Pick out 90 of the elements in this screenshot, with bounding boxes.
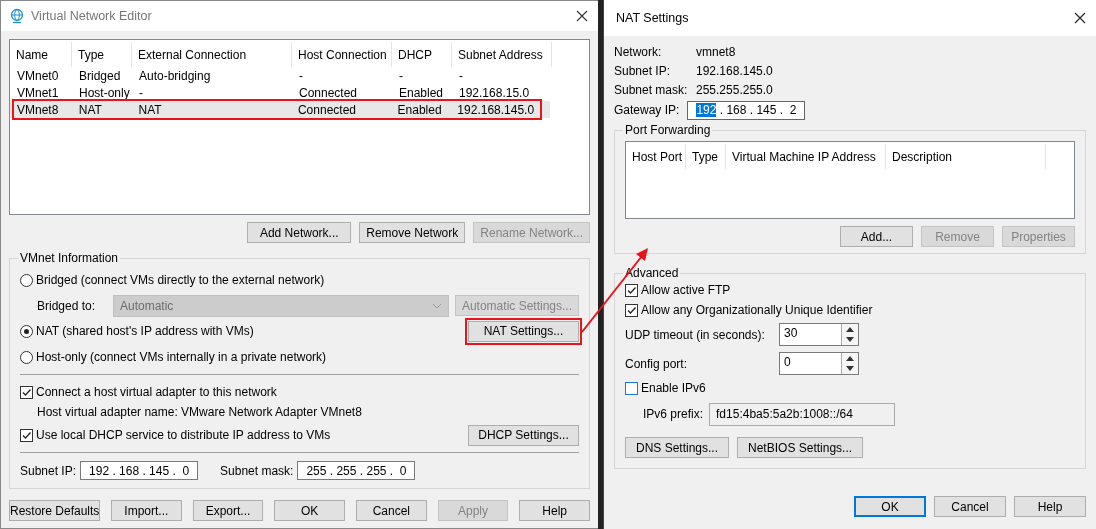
checkbox-option[interactable]: Connect a host virtual adapter to this network xyxy=(20,379,579,405)
field-value: 192.168.145.0 xyxy=(696,63,773,78)
check-icon xyxy=(626,304,637,316)
check-icon xyxy=(21,386,32,398)
radio-option[interactable]: Host-only (connect VMs internally in a private network) xyxy=(20,344,579,370)
table-cell-text: Connected xyxy=(296,102,357,117)
table-cell-text: - xyxy=(138,85,144,100)
dialog-button[interactable]: Cancel xyxy=(934,496,1006,517)
column-header[interactable]: Type xyxy=(72,42,132,67)
table-cell-text: VMnet1 xyxy=(16,85,60,100)
group-title: VMnet Information xyxy=(19,251,120,265)
dialog-button[interactable]: Help xyxy=(1014,496,1086,517)
table-cell-text: Connected xyxy=(298,85,359,100)
spin-down-icon[interactable] xyxy=(846,366,854,372)
field-label: Bridged to: xyxy=(37,298,97,313)
checkbox-option[interactable]: Use local DHCP service to distribute IP address to VMs xyxy=(20,422,331,448)
field-label: Config port: xyxy=(625,356,689,371)
field-label: Gateway IP: xyxy=(614,103,680,117)
table-row[interactable]: VMnet8 NAT NAT Connected Enabled 192.168.145.0 xyxy=(10,101,550,118)
adapter-name-text: Host virtual adapter name: VMware Network Adapter VMnet8 xyxy=(36,405,363,421)
close-icon[interactable] xyxy=(1072,10,1088,26)
table-cell-text: - xyxy=(398,68,404,83)
table-cell-text: NAT xyxy=(137,102,163,117)
checkbox-option[interactable]: Allow any Organizationally Unique Identifier xyxy=(625,300,1075,320)
column-header[interactable]: Host Connection xyxy=(292,42,392,67)
check-icon xyxy=(21,429,32,441)
column-header[interactable]: Type xyxy=(686,144,726,169)
nat-settings-button[interactable]: NAT Settings... xyxy=(468,320,579,342)
table-cell-text: - xyxy=(298,68,304,83)
dialog-button[interactable]: OK xyxy=(274,500,345,521)
window-title: NAT Settings xyxy=(616,11,690,25)
table-cell-text: Enabled xyxy=(398,85,445,100)
dialog-button[interactable]: Restore Defaults xyxy=(9,500,100,521)
field-value: 255.255.255.0 xyxy=(696,82,773,97)
radio-option[interactable]: NAT (shared host's IP address with VMs) xyxy=(20,318,254,344)
dialog-button[interactable]: Cancel xyxy=(356,500,427,521)
table-cell-text: - xyxy=(458,68,464,83)
field-label: Subnet IP: xyxy=(614,63,672,78)
window-title: Virtual Network Editor xyxy=(31,9,153,23)
spin-up-icon[interactable] xyxy=(846,355,854,361)
field-label: Network: xyxy=(614,44,663,59)
dialog-button[interactable]: Import... xyxy=(111,500,182,521)
column-header[interactable]: External Connection xyxy=(132,42,292,67)
spin-down-icon[interactable] xyxy=(846,337,854,343)
field-label: IPv6 prefix: xyxy=(643,407,704,421)
number-field[interactable]: 0 xyxy=(779,352,859,375)
table-cell-text: VMnet0 xyxy=(16,68,60,83)
list-button[interactable]: Add Network... xyxy=(247,222,352,243)
settings-button[interactable]: NetBIOS Settings... xyxy=(737,437,864,458)
dhcp-settings-button[interactable]: DHCP Settings... xyxy=(468,424,579,446)
table-cell-text: NAT xyxy=(77,102,103,117)
ip-field[interactable]: 255 . 255 . 255 . 0 xyxy=(297,461,416,480)
dialog-button[interactable]: Export... xyxy=(192,500,264,521)
ip-field[interactable]: 192 . 168 . 145 . 0 xyxy=(80,461,199,480)
table-cell-text: Host-only xyxy=(78,85,131,100)
column-header[interactable]: Subnet Address xyxy=(452,42,552,67)
check-icon xyxy=(626,284,637,296)
spin-up-icon[interactable] xyxy=(846,326,854,332)
column-header[interactable]: Name xyxy=(10,42,72,67)
table-row[interactable]: VMnet1 Host-only - Connected Enabled 192.168.15.0 xyxy=(10,84,589,101)
table-cell-text: 192.168.145.0 xyxy=(456,102,536,117)
table-cell-text: VMnet8 xyxy=(16,102,60,117)
checkbox-option[interactable]: Allow active FTP xyxy=(625,280,1075,300)
dialog-button[interactable]: Help xyxy=(519,500,591,521)
table-cell-text: Auto-bridging xyxy=(138,68,212,83)
field-label: Subnet mask: xyxy=(220,463,294,478)
field-label: Subnet IP: xyxy=(20,463,77,478)
globe-icon xyxy=(9,8,25,24)
radio-option[interactable]: Bridged (connect VMs directly to the external network) xyxy=(20,267,579,293)
port-button[interactable]: Add... xyxy=(840,226,913,247)
field-value: vmnet8 xyxy=(696,44,736,59)
group-title: Port Forwarding xyxy=(624,123,712,137)
column-header[interactable]: Host Port xyxy=(626,144,686,169)
ip-field[interactable]: 192 . 168 . 145 . 2 xyxy=(687,100,806,120)
number-field[interactable]: 30 xyxy=(779,323,859,346)
table-cell-text: 192.168.15.0 xyxy=(458,85,531,100)
table-cell-text: Enabled xyxy=(396,102,443,117)
table-cell-text: Bridged xyxy=(78,68,122,83)
column-header[interactable]: Virtual Machine IP Address xyxy=(726,144,886,169)
table-row[interactable]: VMnet0 Bridged Auto-bridging - - - xyxy=(10,67,589,84)
list-button[interactable]: Remove Network xyxy=(359,222,466,243)
dialog-button[interactable]: OK xyxy=(854,496,926,517)
close-icon[interactable] xyxy=(574,8,590,24)
column-header[interactable]: Description xyxy=(886,144,1046,169)
caret-icon xyxy=(431,302,442,309)
checkbox-option[interactable]: Enable IPv6 xyxy=(625,378,1075,398)
field-label: UDP timeout (in seconds): xyxy=(625,327,766,342)
column-header[interactable]: DHCP xyxy=(392,42,452,67)
settings-button[interactable]: DNS Settings... xyxy=(625,437,730,458)
field-label: Subnet mask: xyxy=(614,82,689,97)
